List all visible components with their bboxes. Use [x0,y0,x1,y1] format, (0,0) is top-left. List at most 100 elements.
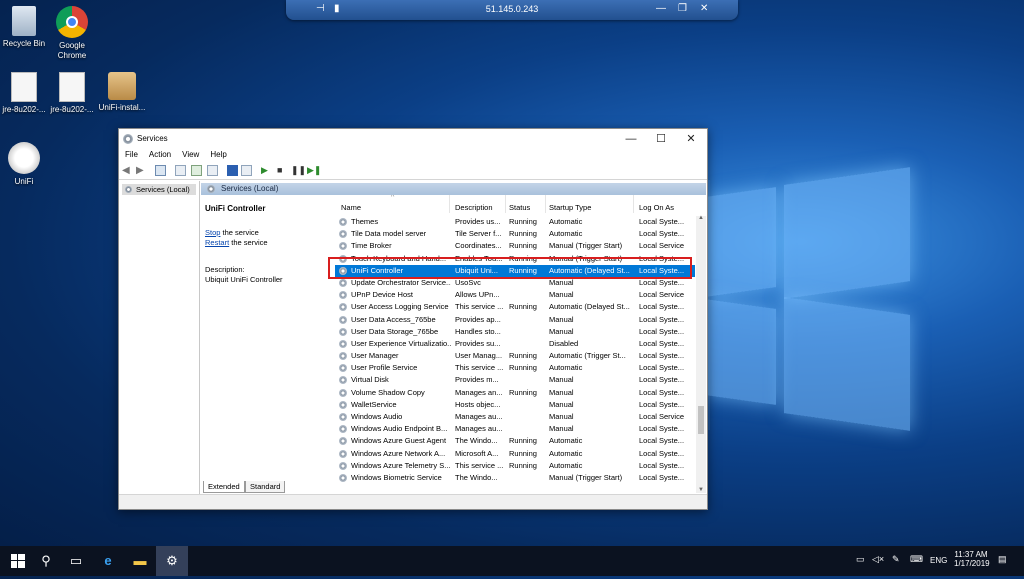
show-hide-tree-icon[interactable] [155,165,166,176]
description-label: Description: [205,265,245,274]
search-icon[interactable]: ⚲ [30,546,62,576]
close-button[interactable]: ✕ [677,131,705,147]
service-startup-type: Manual [549,387,574,397]
google-chrome-icon[interactable]: Google Chrome [44,6,100,61]
tab-extended[interactable]: Extended [203,481,245,493]
toolbar: ◀ ▶ ▶ ■ ❚❚ ▶❚ [119,162,707,180]
language-indicator[interactable]: ENG [930,556,947,565]
status-bar [119,494,707,509]
vertical-scrollbar[interactable]: ▲ ▼ [696,215,706,493]
table-row[interactable]: Virtual Disk Provides m... Manual Local Sys… [335,374,695,386]
tree-node-services-local[interactable]: Services (Local) [122,184,196,195]
service-log-on-as: Local Syste... [639,375,685,385]
menu-action[interactable]: Action [143,149,176,159]
start-service-icon[interactable]: ▶ [261,165,272,176]
scroll-up-icon[interactable]: ▲ [698,215,704,221]
table-row[interactable]: UPnP Device Host Allows UPn... Manual Local… [335,289,695,301]
menu-file[interactable]: File [119,149,143,159]
forward-icon[interactable]: ▶ [136,165,147,176]
maximize-button[interactable]: ☐ [647,131,675,147]
column-status[interactable]: Status [509,203,530,212]
table-row[interactable]: Time Broker Coordinates... Running Manual (… [335,240,695,252]
table-row[interactable]: Windows Azure Network A... Microsoft A...… [335,448,695,460]
java-installer-icon[interactable]: jre-8u202-... [44,72,100,115]
service-name: Windows Audio Endpoint B... [351,424,448,434]
menu-help[interactable]: Help [204,149,231,159]
service-description: Manages an... [455,387,503,397]
service-name: Windows Azure Guest Agent [351,436,447,446]
service-status: Running [509,351,537,361]
restart-service-icon[interactable]: ▶❚ [307,165,321,176]
table-row[interactable]: User Profile Service This service ... Runn… [335,362,695,374]
export-list-icon[interactable] [207,165,218,176]
column-log-on-as[interactable]: Log On As [639,203,674,212]
restore-icon[interactable]: ❐ [678,3,687,15]
network-icon[interactable]: ▭ [856,554,865,565]
menu-view[interactable]: View [176,149,204,159]
column-name[interactable]: Name [341,203,361,212]
column-startup-type[interactable]: Startup Type [549,203,591,212]
table-row[interactable]: Tile Data model server Tile Server f... Ru… [335,228,695,240]
column-description[interactable]: Description [455,203,493,212]
service-startup-type: Manual [549,314,574,324]
service-status: Running [509,241,537,251]
service-log-on-as: Local Syste... [639,302,685,312]
service-status: Running [509,363,537,373]
pen-icon[interactable]: ✎ [892,554,900,565]
service-name: Tile Data model server [351,229,427,239]
help-icon[interactable] [227,165,238,176]
minimize-icon[interactable]: — [656,3,666,15]
service-name: User Data Access_765be [351,314,436,324]
file-explorer-icon[interactable]: ▬ [124,546,156,576]
table-row[interactable]: User Data Storage_765be Handles sto... Man… [335,326,695,338]
minimize-button[interactable]: — [617,131,645,147]
stop-service-icon[interactable]: ■ [277,165,288,176]
internet-explorer-icon[interactable]: e [92,546,124,576]
service-startup-type: Automatic [549,229,583,239]
notifications-icon[interactable]: ▤ [998,554,1007,565]
service-description: Allows UPn... [455,290,500,300]
refresh-icon[interactable] [191,165,202,176]
service-gear-icon [339,291,347,300]
table-row[interactable]: User Data Access_765be Provides ap... Manu… [335,314,695,326]
service-startup-type: Automatic [549,448,583,458]
restart-service-link[interactable]: Restart [205,238,229,247]
desktop-icon-label: jre-8u202-... [50,105,94,114]
pause-service-icon[interactable]: ❚❚ [291,165,306,176]
task-view-icon[interactable]: ▭ [60,546,92,576]
keyboard-icon[interactable]: ⌨ [910,554,923,565]
table-row[interactable]: Windows Audio Endpoint B... Manages au...… [335,423,695,435]
unifi-installer-icon[interactable]: UniFi-instal... [94,72,150,113]
table-row[interactable]: Windows Azure Telemetry S... This service… [335,460,695,472]
services-taskbar-icon[interactable]: ⚙ [156,546,188,576]
service-gear-icon [339,278,347,287]
unifi-icon[interactable]: UniFi [0,142,52,187]
table-row[interactable]: Themes Provides us... Running Automatic Loca… [335,216,695,228]
service-startup-type: Manual [549,412,574,421]
properties-icon[interactable] [175,165,186,176]
scrollbar-thumb[interactable] [698,406,704,434]
stop-service-link[interactable]: Stop [205,228,220,237]
table-row[interactable]: Windows Azure Guest Agent The Windo... Run… [335,435,695,447]
action-pane-icon[interactable] [241,165,252,176]
service-log-on-as: Local Service [639,290,685,300]
highlight-box [328,257,692,279]
service-gear-icon [339,425,347,434]
back-icon[interactable]: ◀ [122,165,133,176]
service-gear-icon [339,303,347,312]
table-row[interactable]: Volume Shadow Copy Manages an... Running Ma… [335,387,695,399]
service-description: Provides ap... [455,314,501,324]
table-row[interactable]: User Access Logging Service This service … [335,301,695,313]
table-row[interactable]: User Manager User Manag... Running Automati… [335,350,695,362]
table-row[interactable]: Windows Audio Manages au... Manual Local Se… [335,411,695,423]
close-icon[interactable]: ✕ [700,3,708,15]
service-log-on-as: Local Service [639,241,685,251]
clock[interactable]: 11:37 AM 1/17/2019 [954,550,990,568]
table-row[interactable]: User Experience Virtualizatio... Provides… [335,338,695,350]
volume-muted-icon[interactable]: ◁× [872,554,884,565]
service-log-on-as: Local Syste... [639,424,685,434]
service-log-on-as: Local Syste... [639,448,685,458]
table-row[interactable]: WalletService Hosts objec... Manual Local S… [335,399,695,411]
service-gear-icon [339,352,347,361]
tab-standard[interactable]: Standard [245,481,286,493]
